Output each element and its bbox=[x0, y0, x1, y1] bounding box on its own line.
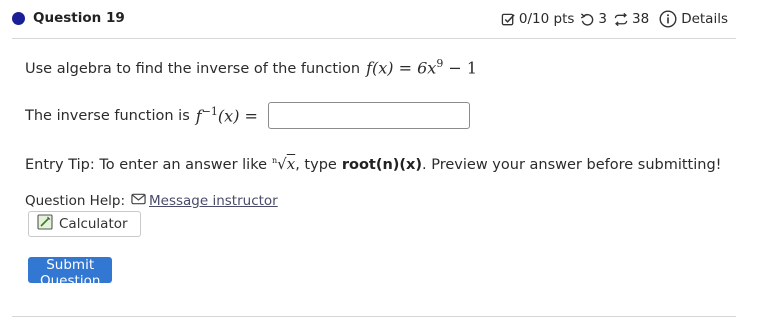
inverse-equals: = bbox=[244, 106, 258, 126]
answer-input[interactable] bbox=[267, 102, 470, 129]
question-header: Question 19 0/10 pts 3 38 Details bbox=[12, 0, 736, 39]
question-status-dot bbox=[12, 12, 25, 25]
help-label: Question Help: bbox=[25, 193, 125, 209]
function-lhs: f(x) bbox=[366, 58, 394, 78]
calculator-label: Calculator bbox=[59, 216, 128, 232]
function-expression: f(x) = 6x9 − 1 bbox=[366, 57, 477, 77]
message-instructor-link[interactable]: Message instructor bbox=[131, 193, 278, 209]
submissions-count: 38 bbox=[632, 11, 650, 27]
question-title: Question 19 bbox=[33, 10, 125, 26]
function-rest: − 1 bbox=[448, 58, 478, 78]
prompt-text: Use algebra to find the inverse of the f… bbox=[25, 61, 361, 78]
nth-root-example: n√x, type bbox=[272, 155, 337, 173]
root-index: n bbox=[272, 156, 278, 165]
submit-question-button[interactable]: Submit Question bbox=[28, 257, 113, 289]
repeat-icon bbox=[613, 12, 629, 27]
tip-code: root(n)(x) bbox=[341, 157, 423, 173]
function-equals: = bbox=[398, 58, 413, 78]
function-exponent: 9 bbox=[436, 57, 444, 70]
tip-prefix: Entry Tip: To enter an answer like bbox=[25, 157, 268, 173]
tip-middle: , type bbox=[295, 157, 337, 173]
inverse-arg: (x) bbox=[217, 106, 240, 126]
details-label: Details bbox=[681, 11, 728, 27]
question-meta: 0/10 pts 3 38 Details bbox=[501, 9, 728, 29]
submissions-info: 38 bbox=[613, 11, 649, 27]
inverse-exponent: −1 bbox=[201, 105, 218, 119]
details-toggle[interactable]: Details bbox=[659, 10, 728, 28]
info-icon bbox=[659, 10, 677, 28]
attempts-info: 3 bbox=[580, 11, 607, 27]
question-prompt: Use algebra to find the inverse of the f… bbox=[25, 57, 477, 77]
envelope-icon bbox=[131, 193, 146, 209]
score-info: 0/10 pts bbox=[501, 11, 575, 27]
tip-suffix: . Preview your answer before submitting! bbox=[422, 157, 722, 173]
calculator-icon bbox=[37, 214, 53, 234]
inverse-notation: f−1(x) = bbox=[196, 105, 258, 125]
message-instructor-label: Message instructor bbox=[149, 193, 278, 209]
bottom-divider bbox=[12, 316, 736, 317]
checkbox-edit-icon bbox=[501, 12, 516, 27]
function-coef: 6x bbox=[417, 58, 437, 78]
answer-label: The inverse function is bbox=[25, 107, 190, 124]
entry-tip: Entry Tip: To enter an answer like n√x, … bbox=[25, 155, 721, 173]
root-radicand: x bbox=[286, 155, 296, 173]
score-text: 0/10 pts bbox=[518, 11, 575, 27]
attempts-count: 3 bbox=[598, 11, 607, 27]
question-help: Question Help: Message instructor bbox=[25, 193, 278, 209]
answer-row: The inverse function is f−1(x) = bbox=[25, 102, 470, 129]
calculator-button[interactable]: Calculator bbox=[28, 211, 141, 237]
retry-icon bbox=[580, 12, 595, 27]
